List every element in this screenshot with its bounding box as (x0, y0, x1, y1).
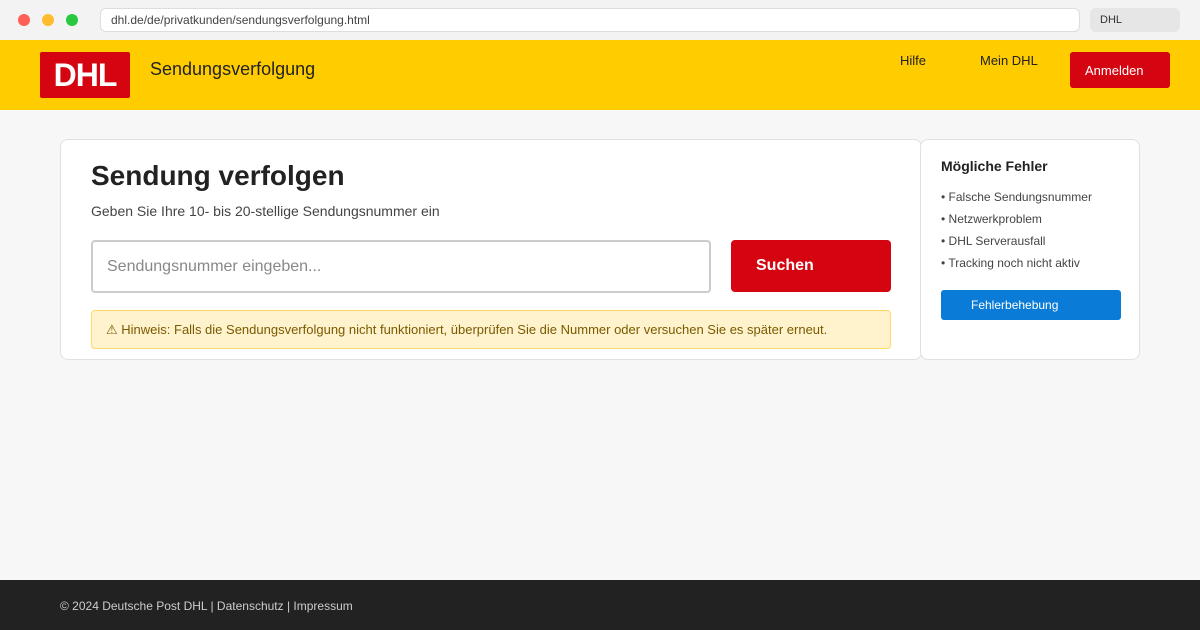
dhl-logo[interactable]: DHL (40, 52, 130, 98)
nav-link-my-dhl[interactable]: Mein DHL (980, 53, 1038, 68)
list-item: • DHL Serverausfall (941, 234, 1046, 248)
close-window-icon[interactable] (18, 14, 30, 26)
nav-link-help[interactable]: Hilfe (900, 53, 926, 68)
footer-text: © 2024 Deutsche Post DHL | Datenschutz |… (60, 599, 353, 613)
possible-errors-panel: Mögliche Fehler • Falsche Sendungsnummer… (920, 139, 1140, 360)
site-header: DHL Sendungsverfolgung Hilfe Mein DHL An… (0, 40, 1200, 110)
site-footer: © 2024 Deutsche Post DHL | Datenschutz |… (0, 580, 1200, 630)
list-item: • Falsche Sendungsnummer (941, 190, 1092, 204)
error-list: • Falsche Sendungsnummer • Netzwerkprobl… (941, 189, 1092, 277)
header-title: Sendungsverfolgung (150, 59, 316, 79)
maximize-window-icon[interactable] (66, 14, 78, 26)
list-item: • Netzwerkproblem (941, 212, 1042, 226)
warning-notice: ⚠ Hinweis: Falls die Sendungsverfolgung … (91, 310, 891, 349)
login-button[interactable]: Anmelden (1070, 52, 1170, 88)
address-bar[interactable]: dhl.de/de/privatkunden/sendungsverfolgun… (100, 8, 1080, 32)
list-item: • Tracking noch nicht aktiv (941, 256, 1080, 270)
browser-chrome: dhl.de/de/privatkunden/sendungsverfolgun… (0, 0, 1200, 40)
minimize-window-icon[interactable] (42, 14, 54, 26)
tracking-card: Sendung verfolgen Geben Sie Ihre 10- bis… (60, 139, 922, 360)
panel-title: Mögliche Fehler (941, 158, 1048, 174)
tracking-number-input[interactable] (91, 240, 711, 293)
page-subtitle: Geben Sie Ihre 10- bis 20-stellige Sendu… (91, 203, 440, 219)
search-button[interactable]: Suchen (731, 240, 891, 292)
page-title: Sendung verfolgen (91, 160, 345, 191)
troubleshoot-button[interactable]: Fehlerbehebung (941, 290, 1121, 320)
browser-tab[interactable]: DHL (1090, 8, 1180, 32)
